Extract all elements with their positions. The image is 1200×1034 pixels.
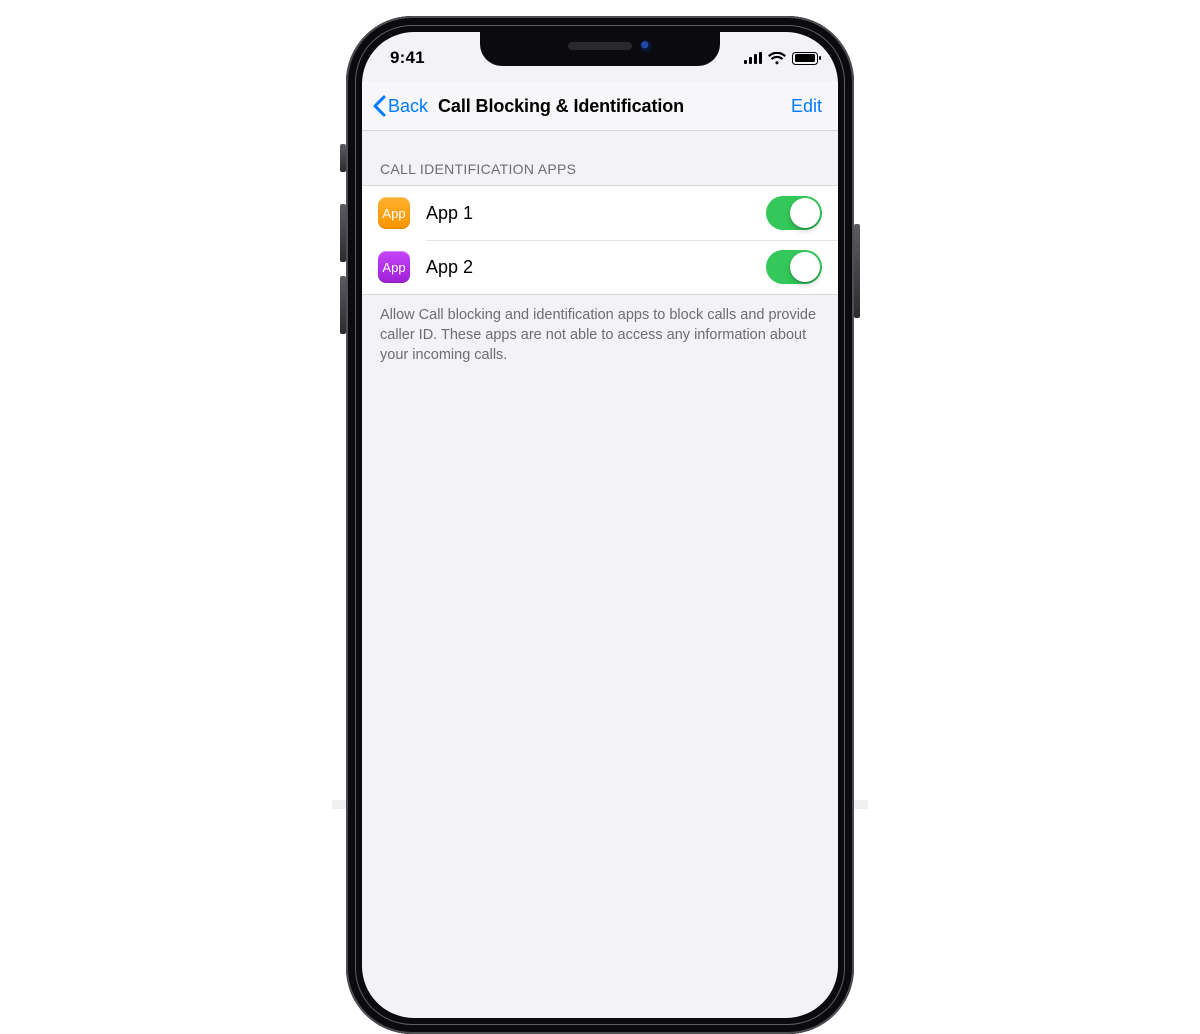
app-list: App App 1 App App 2: [362, 185, 838, 295]
section-header: CALL IDENTIFICATION APPS: [362, 131, 838, 185]
mute-switch[interactable]: [340, 144, 346, 172]
section-footer: Allow Call blocking and identification a…: [362, 295, 838, 365]
back-label: Back: [388, 96, 428, 117]
toggle-knob: [790, 198, 820, 228]
app-row: App App 2: [362, 240, 838, 294]
chevron-left-icon: [372, 95, 386, 117]
volume-up-button[interactable]: [340, 204, 346, 262]
back-button[interactable]: Back: [368, 91, 432, 121]
phone-frame: 9:41: [346, 16, 854, 1034]
notch: [480, 32, 720, 66]
volume-down-button[interactable]: [340, 276, 346, 334]
nav-title: Call Blocking & Identification: [438, 96, 684, 117]
app-toggle[interactable]: [766, 196, 822, 230]
front-camera: [640, 40, 652, 52]
nav-bar: Back Call Blocking & Identification Edit: [362, 82, 838, 131]
speaker-grille: [568, 42, 632, 50]
battery-icon: [792, 52, 818, 65]
app-icon: App: [378, 251, 410, 283]
app-row: App App 1: [362, 186, 838, 240]
app-toggle[interactable]: [766, 250, 822, 284]
side-power-button[interactable]: [854, 224, 860, 318]
status-time: 9:41: [390, 48, 480, 68]
status-icons: [744, 52, 818, 65]
app-icon: App: [378, 197, 410, 229]
app-name-label: App 2: [426, 257, 766, 278]
phone-screen: 9:41: [362, 32, 838, 1018]
settings-content: CALL IDENTIFICATION APPS App App 1 App A…: [362, 131, 838, 365]
toggle-knob: [790, 252, 820, 282]
cellular-signal-icon: [744, 52, 762, 64]
edit-button[interactable]: Edit: [789, 92, 824, 121]
app-name-label: App 1: [426, 203, 766, 224]
wifi-icon: [768, 52, 786, 65]
